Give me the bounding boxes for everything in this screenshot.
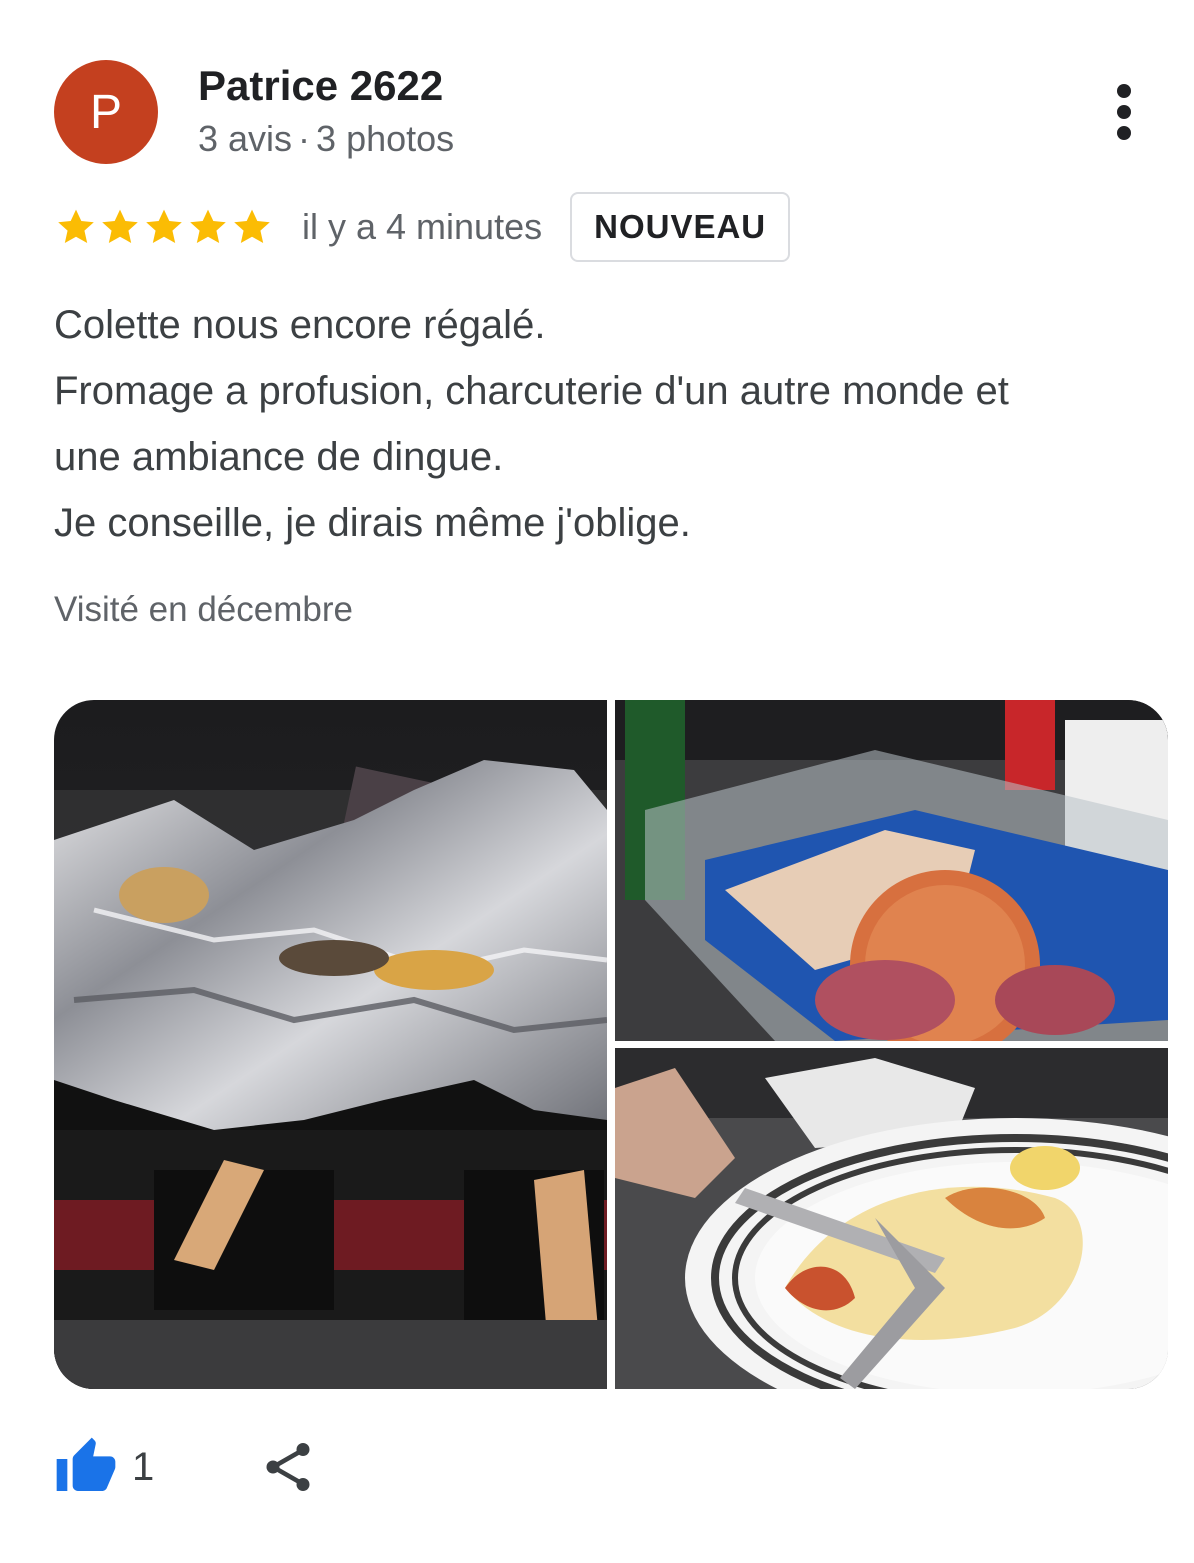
author-name[interactable]: Patrice 2622 xyxy=(198,62,443,110)
star-icon xyxy=(102,209,138,243)
raclette-foil-photo[interactable] xyxy=(54,700,607,1389)
more-options-button[interactable] xyxy=(1104,80,1144,144)
review-text-line: Fromage a profusion, charcuterie d'un au… xyxy=(54,369,1009,413)
review-text-line: une ambiance de dingue. xyxy=(54,435,504,479)
more-vert-icon-dot xyxy=(1117,105,1131,119)
star-icon xyxy=(58,209,94,243)
like-button[interactable]: 1 xyxy=(54,1435,154,1499)
rating-row: il y a 4 minutes NOUVEAU xyxy=(54,192,791,262)
photo-grid xyxy=(54,700,1168,1389)
raclette-plate-photo[interactable] xyxy=(615,1048,1168,1389)
like-count: 1 xyxy=(132,1444,155,1489)
review-time: il y a 4 minutes xyxy=(302,206,543,247)
new-badge: NOUVEAU xyxy=(570,192,791,262)
star-icon xyxy=(146,209,182,243)
review-count: 3 avis xyxy=(198,118,293,159)
author-meta: 3 avis · 3 photos xyxy=(198,118,454,160)
review-header: P Patrice 2622 3 avis · 3 photos xyxy=(54,60,1144,166)
meta-separator: · xyxy=(298,118,311,159)
star-icon xyxy=(190,209,226,243)
review-actions: 1 xyxy=(54,1432,318,1502)
photo-count: 3 photos xyxy=(316,118,455,159)
review-text-line: Je conseille, je dirais même j'oblige. xyxy=(54,501,691,545)
avatar-initial: P xyxy=(89,85,122,139)
charcuterie-box-photo[interactable] xyxy=(615,700,1168,1041)
share-icon[interactable] xyxy=(258,1437,318,1497)
visit-date: Visité en décembre xyxy=(54,590,353,629)
avatar[interactable]: P xyxy=(54,60,158,164)
review-text-line: Colette nous encore régalé. xyxy=(54,303,546,347)
more-vert-icon-dot xyxy=(1117,126,1131,140)
star-rating xyxy=(54,205,274,249)
thumb-up-icon xyxy=(56,1437,116,1491)
review-text: Colette nous encore régalé. Fromage a pr… xyxy=(54,292,1164,556)
star-icon xyxy=(234,209,270,243)
more-vert-icon-dot xyxy=(1117,84,1131,98)
